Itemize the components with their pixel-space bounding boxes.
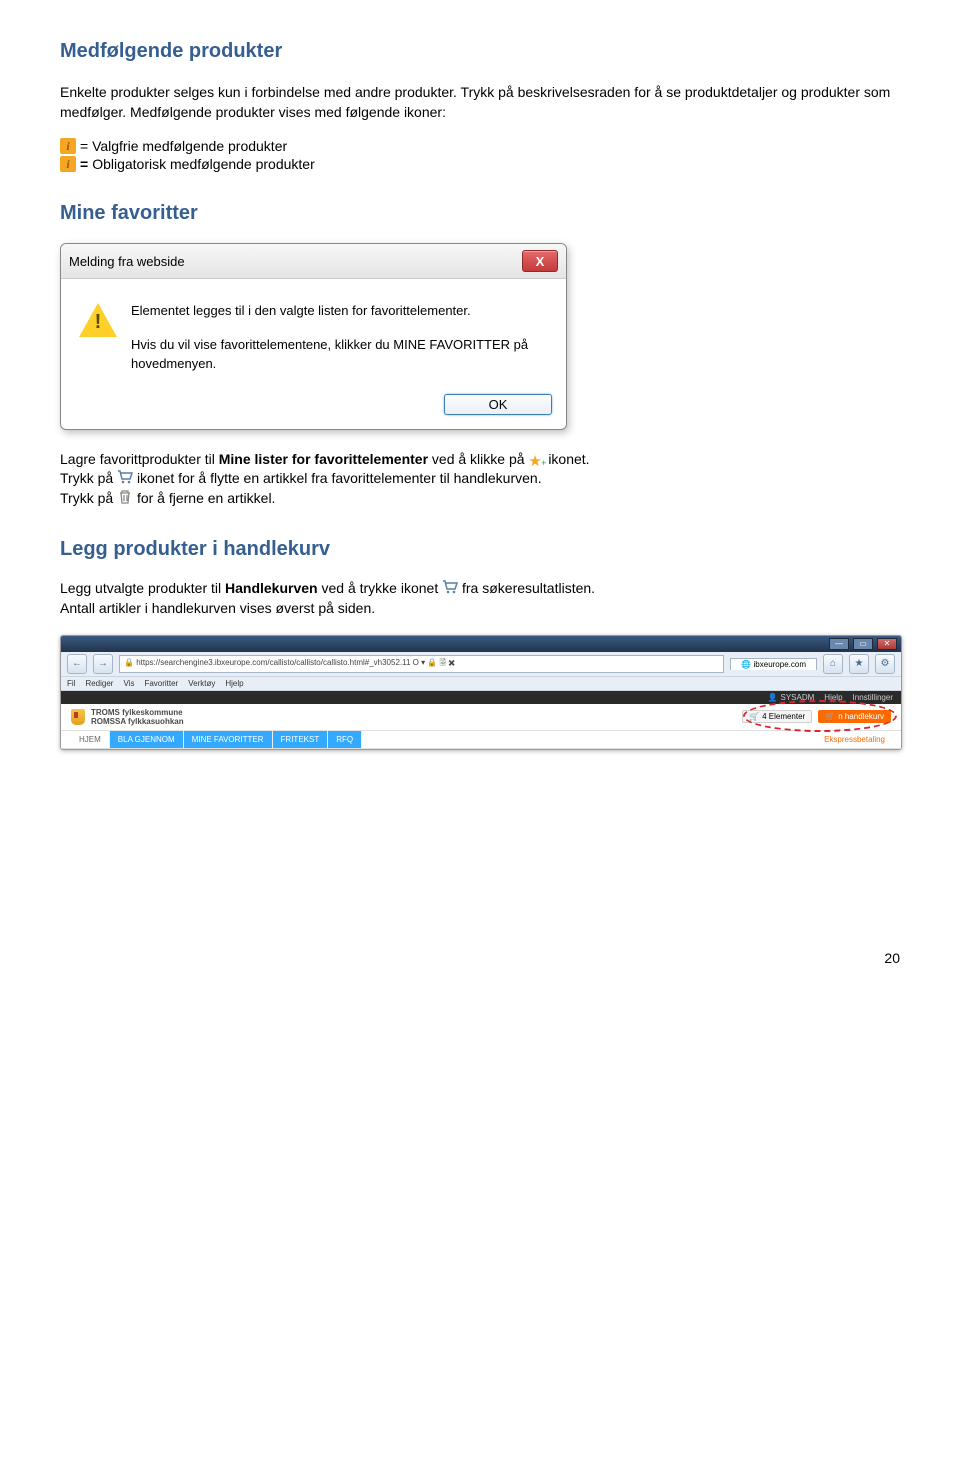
app-header: TROMS fylkeskommune ROMSSA fylkkasuohkan… xyxy=(61,704,901,730)
menu-rediger[interactable]: Rediger xyxy=(85,679,113,688)
app-topbar: 👤 SYSADM Hjelp Innstillinger xyxy=(61,691,901,704)
user-icon: 👤 xyxy=(768,693,778,702)
tab-label: ibxeurope.com xyxy=(754,660,806,669)
window-maximize-button[interactable]: ▭ xyxy=(853,638,873,650)
menu-hjelp[interactable]: Hjelp xyxy=(225,679,243,688)
heading-medfolgende: Medfølgende produkter xyxy=(60,40,900,63)
txt: for å fjerne en artikkel. xyxy=(137,490,276,506)
ok-button[interactable]: OK xyxy=(444,394,552,415)
top-link-hjelp[interactable]: Hjelp xyxy=(824,693,842,702)
dialog-footer: OK xyxy=(61,384,566,429)
bold-handlekurven: Handlekurven xyxy=(225,580,318,596)
star-plus-icon: ★ xyxy=(528,451,544,465)
browser-tab[interactable]: 🌐 ibxeurope.com xyxy=(730,658,817,670)
txt: Trykk på xyxy=(60,470,117,486)
lock-icon: 🔒 xyxy=(124,658,134,667)
dialog-titlebar: Melding fra webside X xyxy=(61,244,566,279)
oblig-eq: = xyxy=(80,156,88,172)
dialog-msg-2: Hvis du vil vise favorittelementene, kli… xyxy=(131,335,548,374)
menu-verktoy[interactable]: Verktøy xyxy=(188,679,215,688)
tab-mine-favoritter[interactable]: MINE FAVORITTER xyxy=(184,731,273,748)
org-name-1: TROMS fylkeskommune xyxy=(91,708,184,717)
icon-def-valgfrie: i = Valgfrie medfølgende produkter xyxy=(60,138,900,154)
menu-vis[interactable]: Vis xyxy=(123,679,134,688)
tab-bla-gjennom[interactable]: BLA GJENNOM xyxy=(110,731,184,748)
dialog-close-button[interactable]: X xyxy=(522,250,558,272)
icon-def-obligatorisk: i = Obligatorisk medfølgende produkter xyxy=(60,156,900,172)
tab-fritekst[interactable]: FRITEKST xyxy=(273,731,329,748)
warning-icon xyxy=(79,303,117,337)
user-badge[interactable]: 👤 SYSADM xyxy=(768,693,815,702)
txt: ikonet for å flytte en artikkel fra favo… xyxy=(137,470,542,486)
txt: Antall artikler i handlekurven vises øve… xyxy=(60,600,375,616)
valgfrie-text: = Valgfrie medfølgende produkter xyxy=(80,138,287,154)
info-icon: i xyxy=(60,156,76,172)
legg-instructions: Legg utvalgte produkter til Handlekurven… xyxy=(60,579,900,618)
page-number: 20 xyxy=(60,950,900,966)
url-field[interactable]: 🔒 https://searchengine3.ibxeurope.com/ca… xyxy=(119,655,724,673)
org-block: TROMS fylkeskommune ROMSSA fylkkasuohkan xyxy=(71,708,184,726)
browser-screenshot: — ▭ ✕ ← → 🔒 https://searchengine3.ibxeur… xyxy=(60,635,902,750)
nav-back-button[interactable]: ← xyxy=(67,654,87,674)
cart-count-chip[interactable]: 🛒 4 Elementer xyxy=(742,710,812,723)
txt: ved å trykke ikonet xyxy=(321,580,442,596)
org-name-2: ROMSSA fylkkasuohkan xyxy=(91,717,184,726)
heading-legg-produkter: Legg produkter i handlekurv xyxy=(60,538,900,561)
txt: ikonet. xyxy=(548,451,589,467)
cart-area: 🛒 4 Elementer 🛒 n handlekurv xyxy=(742,710,891,723)
intro-paragraph: Enkelte produkter selges kun i forbindel… xyxy=(60,83,900,122)
cart-open-label: n handlekurv xyxy=(838,712,884,721)
url-tools: O ▾ 🔒 🗟 ✖ xyxy=(413,658,455,667)
globe-icon: 🌐 xyxy=(741,660,751,669)
user-label: SYSADM xyxy=(781,693,815,702)
shield-icon xyxy=(71,709,85,725)
tools-button[interactable]: ⚙ xyxy=(875,654,895,674)
tab-rfq[interactable]: RFQ xyxy=(328,731,362,748)
info-icon: i xyxy=(60,138,76,154)
txt: Lagre favorittprodukter til xyxy=(60,451,219,467)
home-button[interactable]: ⌂ xyxy=(823,654,843,674)
window-titlebar: — ▭ ✕ xyxy=(61,636,901,652)
address-bar-row: ← → 🔒 https://searchengine3.ibxeurope.co… xyxy=(61,652,901,677)
dialog-message: Elementet legges til i den valgte listen… xyxy=(131,301,548,374)
favorites-button[interactable]: ★ xyxy=(849,654,869,674)
txt: Trykk på xyxy=(60,490,117,506)
nav-forward-button[interactable]: → xyxy=(93,654,113,674)
cart-count-label: 4 Elementer xyxy=(762,712,805,721)
trash-icon xyxy=(117,489,133,503)
url-text: https://searchengine3.ibxeurope.com/call… xyxy=(136,658,410,667)
cart-icon: 🛒 xyxy=(749,712,759,721)
app-nav-tabs: HJEM BLA GJENNOM MINE FAVORITTER FRITEKS… xyxy=(61,730,901,749)
dialog-body: Elementet legges til i den valgte listen… xyxy=(61,279,566,384)
cart-icon xyxy=(117,469,133,483)
txt: fra søkeresultatlisten. xyxy=(462,580,595,596)
dialog-msg-1: Elementet legges til i den valgte listen… xyxy=(131,301,548,321)
message-dialog: Melding fra webside X Elementet legges t… xyxy=(60,243,567,430)
tab-hjem[interactable]: HJEM xyxy=(71,731,110,748)
txt: Legg utvalgte produkter til xyxy=(60,580,225,596)
window-close-button[interactable]: ✕ xyxy=(877,638,897,650)
cart-icon xyxy=(442,579,458,593)
ekspressbetaling-link[interactable]: Ekspressbetaling xyxy=(824,735,891,744)
top-link-innstillinger[interactable]: Innstillinger xyxy=(853,693,893,702)
menu-fil[interactable]: Fil xyxy=(67,679,75,688)
heading-mine-favoritter: Mine favoritter xyxy=(60,202,900,225)
menu-bar: Fil Rediger Vis Favoritter Verktøy Hjelp xyxy=(67,679,244,688)
cart-icon: 🛒 xyxy=(825,712,835,721)
txt: ved å klikke på xyxy=(432,451,529,467)
bold-mine-lister: Mine lister for favorittelementer xyxy=(219,451,428,467)
menu-bar-row: Fil Rediger Vis Favoritter Verktøy Hjelp xyxy=(61,677,901,691)
menu-favoritter[interactable]: Favoritter xyxy=(144,679,178,688)
cart-open-button[interactable]: 🛒 n handlekurv xyxy=(818,710,891,723)
window-minimize-button[interactable]: — xyxy=(829,638,849,650)
fav-instructions: Lagre favorittprodukter til Mine lister … xyxy=(60,450,900,509)
dialog-title-text: Melding fra webside xyxy=(69,254,185,269)
oblig-text: Obligatorisk medfølgende produkter xyxy=(92,156,315,172)
